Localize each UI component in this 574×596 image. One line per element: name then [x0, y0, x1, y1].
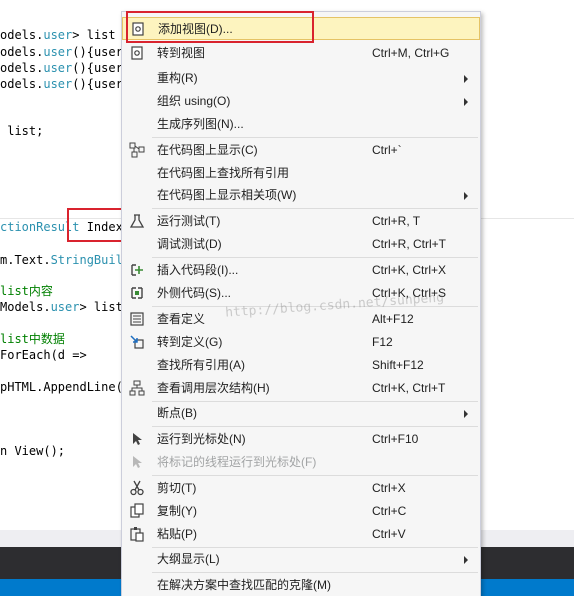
cut-icon	[129, 480, 145, 496]
menu-separator	[152, 137, 478, 138]
menu-separator	[152, 208, 478, 209]
menu-item-show-related-items[interactable]: 在代码图上显示相关项(W)	[122, 184, 480, 207]
go-to-definition-icon	[129, 334, 145, 350]
code-line: ForEach(d =>	[0, 348, 87, 362]
menu-item-label: 在代码图上查找所有引用	[157, 166, 290, 180]
menu-item-refactor[interactable]: 重构(R)	[122, 67, 480, 90]
submenu-arrow-icon	[464, 192, 468, 200]
menu-item-copy[interactable]: 复制(Y) Ctrl+C	[122, 500, 480, 523]
submenu-arrow-icon	[464, 556, 468, 564]
menu-item-label: 查看调用层次结构(H)	[157, 381, 270, 395]
menu-item-label: 生成序列图(N)...	[157, 117, 244, 131]
copy-icon	[129, 503, 145, 519]
menu-item-shortcut: Ctrl+R, T	[372, 214, 421, 228]
menu-item-label: 粘贴(P)	[157, 527, 197, 541]
menu-item-shortcut: Ctrl+M, Ctrl+G	[372, 46, 450, 60]
menu-item-breakpoint[interactable]: 断点(B)	[122, 402, 480, 425]
menu-item-find-references-code-map[interactable]: 在代码图上查找所有引用	[122, 162, 480, 185]
run-to-cursor-icon	[129, 431, 145, 447]
menu-item-insert-snippet[interactable]: 插入代码段(I)... Ctrl+K, Ctrl+X	[122, 259, 480, 282]
menu-item-run-to-cursor[interactable]: 运行到光标处(N) Ctrl+F10	[122, 428, 480, 451]
menu-item-label: 大纲显示(L)	[157, 552, 220, 566]
code-comment: list中数据	[0, 332, 65, 346]
code-line: m.Text.StringBuild	[0, 253, 131, 267]
menu-item-cut[interactable]: 剪切(T) Ctrl+X	[122, 477, 480, 500]
menu-item-go-to-definition[interactable]: 转到定义(G) F12	[122, 331, 480, 354]
code-comment: list内容	[0, 284, 53, 298]
menu-item-shortcut: Alt+F12	[372, 312, 414, 326]
menu-item-shortcut: Ctrl+`	[372, 143, 402, 157]
menu-item-label: 复制(Y)	[157, 504, 197, 518]
menu-item-label: 重构(R)	[157, 71, 198, 85]
menu-item-label: 查找所有引用(A)	[157, 358, 245, 372]
menu-item-paste[interactable]: 粘贴(P) Ctrl+V	[122, 523, 480, 546]
menu-item-label: 外侧代码(S)...	[157, 286, 231, 300]
menu-separator	[152, 257, 478, 258]
menu-item-debug-tests[interactable]: 调试测试(D) Ctrl+R, Ctrl+T	[122, 233, 480, 256]
menu-item-label: 运行测试(T)	[157, 214, 221, 228]
menu-item-generate-sequence-diagram[interactable]: 生成序列图(N)...	[122, 113, 480, 136]
code-line: odels.user(){userN	[0, 61, 131, 75]
code-line: odels.user(){userN	[0, 77, 131, 91]
menu-item-find-matching-clones[interactable]: 在解决方案中查找匹配的克隆(M)	[122, 574, 480, 596]
menu-item-shortcut: Shift+F12	[372, 358, 424, 372]
run-tests-icon	[129, 213, 145, 229]
go-to-view-icon	[129, 45, 145, 61]
menu-item-show-on-code-map[interactable]: 在代码图上显示(C) Ctrl+`	[122, 139, 480, 162]
menu-separator	[152, 572, 478, 573]
run-flagged-threads-icon	[129, 454, 145, 470]
menu-item-shortcut: F12	[372, 335, 393, 349]
menu-item-shortcut: Ctrl+K, Ctrl+X	[372, 263, 447, 277]
code-map-icon	[129, 142, 145, 158]
menu-item-run-flagged-threads: 将标记的线程运行到光标处(F)	[122, 451, 480, 474]
code-line: pHTML.AppendLine("	[0, 380, 131, 394]
code-line: n View();	[0, 444, 66, 458]
peek-definition-icon	[129, 311, 145, 327]
code-line: odels.user(){userN	[0, 45, 131, 59]
menu-item-label: 在代码图上显示(C)	[157, 143, 258, 157]
submenu-arrow-icon	[464, 410, 468, 418]
insert-snippet-icon	[129, 262, 145, 278]
menu-item-label: 运行到光标处(N)	[157, 432, 246, 446]
menu-item-label: 断点(B)	[157, 406, 197, 420]
menu-item-run-tests[interactable]: 运行测试(T) Ctrl+R, T	[122, 210, 480, 233]
menu-item-shortcut: Ctrl+K, Ctrl+T	[372, 381, 446, 395]
code-line: Models.user> list	[0, 300, 123, 314]
code-line: list;	[0, 124, 44, 138]
call-hierarchy-icon	[129, 380, 145, 396]
surround-with-icon	[129, 285, 145, 301]
menu-item-label: 在解决方案中查找匹配的克隆(M)	[157, 578, 331, 592]
menu-item-label: 转到定义(G)	[157, 335, 223, 349]
menu-item-label: 转到视图	[157, 46, 206, 60]
menu-item-label: 调试测试(D)	[157, 237, 222, 251]
code-line: odels.user> list =	[0, 28, 131, 42]
submenu-arrow-icon	[464, 98, 468, 106]
menu-separator	[152, 426, 478, 427]
add-view-highlight	[126, 11, 314, 43]
menu-item-label: 在代码图上显示相关项(W)	[157, 188, 297, 202]
menu-item-outlining[interactable]: 大纲显示(L)	[122, 548, 480, 571]
menu-item-label: 查看定义	[157, 312, 206, 326]
menu-item-label: 将标记的线程运行到光标处(F)	[157, 455, 317, 469]
menu-item-shortcut: Ctrl+X	[372, 481, 406, 495]
menu-item-label: 组织 using(O)	[157, 94, 231, 108]
paste-icon	[129, 526, 145, 542]
menu-item-shortcut: Ctrl+R, Ctrl+T	[372, 237, 447, 251]
menu-separator	[152, 475, 478, 476]
menu-item-go-to-view[interactable]: 转到视图 Ctrl+M, Ctrl+G	[122, 42, 480, 65]
menu-item-shortcut: Ctrl+V	[372, 527, 406, 541]
menu-item-label: 插入代码段(I)...	[157, 263, 239, 277]
menu-item-view-call-hierarchy[interactable]: 查看调用层次结构(H) Ctrl+K, Ctrl+T	[122, 377, 480, 400]
menu-item-shortcut: Ctrl+F10	[372, 432, 419, 446]
menu-item-shortcut: Ctrl+C	[372, 504, 407, 518]
menu-item-organize-using[interactable]: 组织 using(O)	[122, 90, 480, 113]
index-method-highlight	[67, 208, 129, 242]
menu-item-label: 剪切(T)	[157, 481, 197, 495]
submenu-arrow-icon	[464, 75, 468, 83]
menu-item-find-all-references[interactable]: 查找所有引用(A) Shift+F12	[122, 354, 480, 377]
